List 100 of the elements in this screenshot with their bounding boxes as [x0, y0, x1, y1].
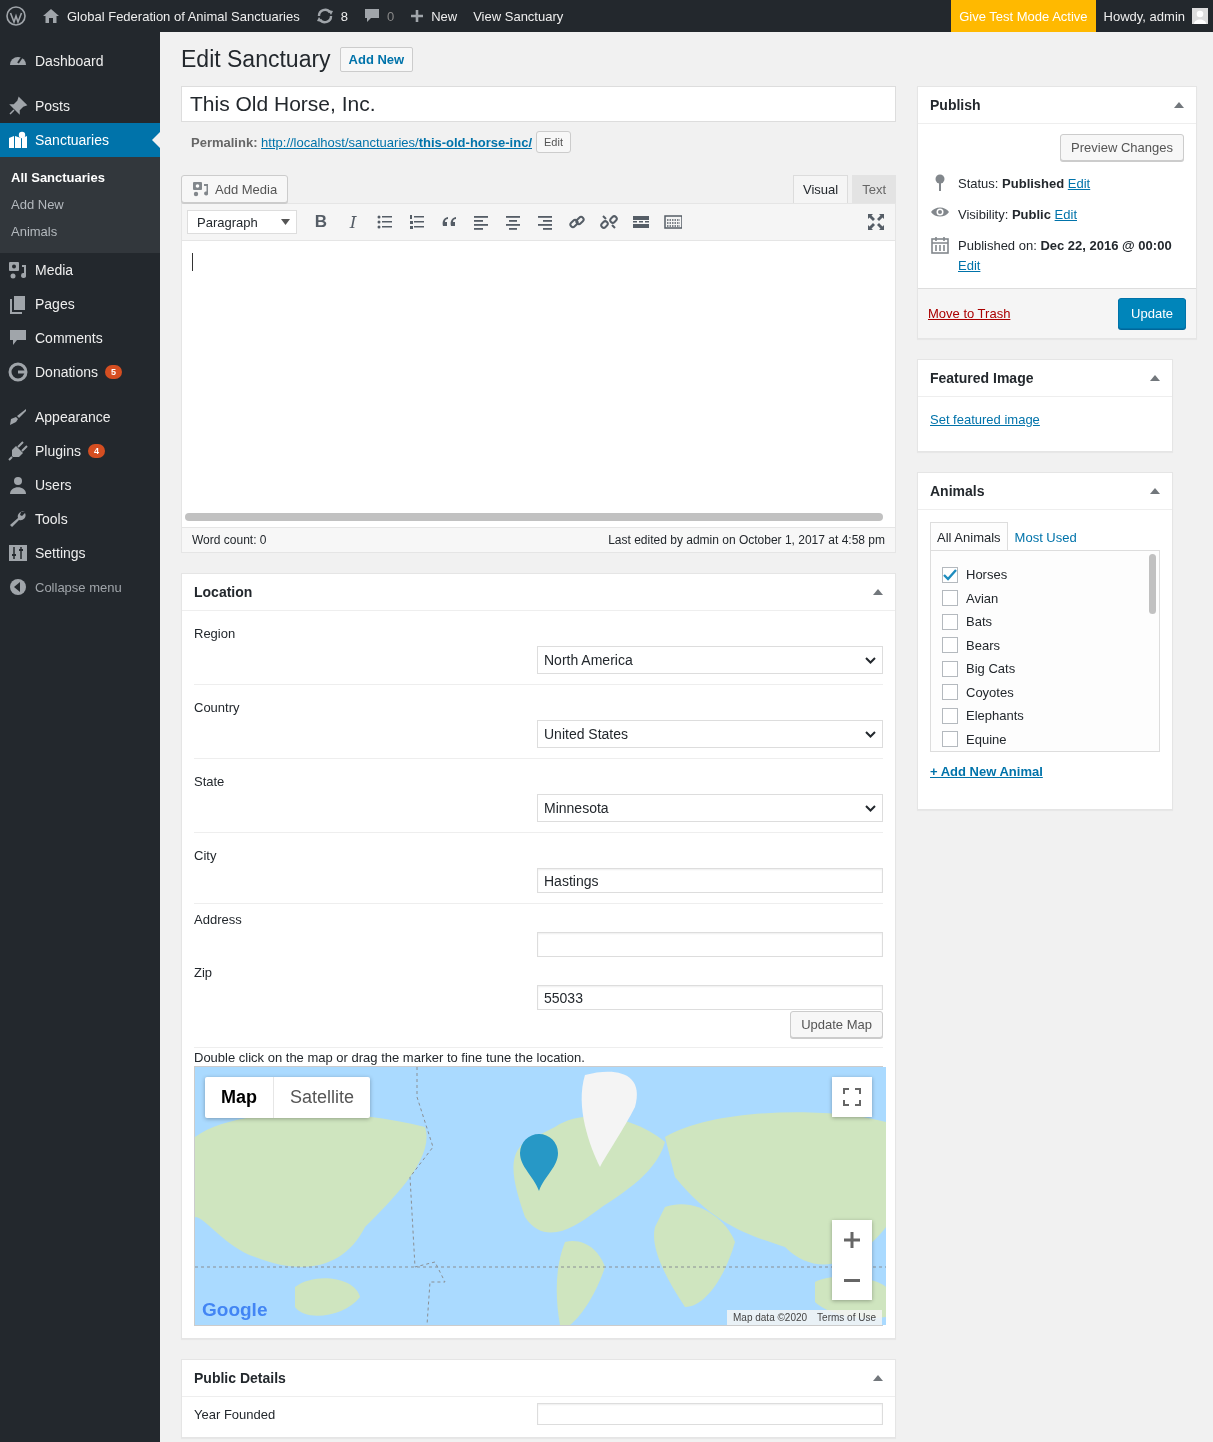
- add-media-button[interactable]: Add Media: [181, 175, 289, 203]
- sidebar-item[interactable]: Media: [0, 253, 160, 287]
- read-more-icon[interactable]: [632, 213, 650, 231]
- italic-button[interactable]: I: [339, 208, 367, 236]
- preview-changes-button[interactable]: Preview Changes: [1060, 134, 1184, 161]
- edit-link[interactable]: Edit: [1067, 176, 1091, 191]
- sidebar-item[interactable]: Users: [0, 468, 160, 502]
- wordpress-logo-icon[interactable]: [6, 6, 26, 26]
- permalink-link[interactable]: http://localhost/sanctuaries/this-old-horse-inc/: [261, 134, 532, 150]
- avatar-icon: [1192, 8, 1208, 24]
- sidebar-item[interactable]: Settings: [0, 536, 160, 570]
- align-right-icon[interactable]: [536, 213, 554, 231]
- sidebar-item[interactable]: Tools: [0, 502, 160, 536]
- checkbox[interactable]: [942, 660, 958, 677]
- scrollbar[interactable]: [1149, 554, 1156, 614]
- align-center-icon[interactable]: [504, 213, 522, 231]
- collapse-arrow-icon[interactable]: [873, 1375, 883, 1381]
- comments-link[interactable]: 0: [363, 8, 395, 24]
- panel-title: Featured Image: [930, 370, 1034, 386]
- taxonomy-tab[interactable]: All Animals: [930, 522, 1008, 551]
- update-map-button[interactable]: Update Map: [790, 1011, 883, 1038]
- publish-info-text: Status: Published Edit: [958, 175, 1091, 193]
- checkbox-label: Equine: [966, 731, 1007, 747]
- edit-permalink-button[interactable]: Edit: [536, 131, 571, 153]
- sidebar-item[interactable]: Posts: [0, 89, 160, 123]
- link-icon[interactable]: [568, 213, 586, 231]
- checkbox[interactable]: [942, 566, 958, 583]
- edit-link[interactable]: Edit: [1054, 207, 1077, 222]
- set-featured-image-link[interactable]: Set featured image: [930, 397, 1040, 439]
- map-type-button[interactable]: Satellite: [274, 1077, 371, 1118]
- checkbox[interactable]: [942, 684, 958, 701]
- last-edited-text: Last edited by admin on October 1, 2017 at 4:58 pm: [608, 533, 885, 547]
- bold-button[interactable]: B: [307, 208, 335, 236]
- input-field[interactable]: [537, 932, 883, 957]
- broken-link-icon[interactable]: [600, 213, 618, 231]
- numbered-list-icon[interactable]: [408, 213, 426, 231]
- keyboard-icon[interactable]: [664, 213, 682, 231]
- add-new-animal-link[interactable]: + Add New Animal: [930, 752, 1043, 797]
- format-dropdown[interactable]: Paragraph: [187, 210, 297, 234]
- move-to-trash-link[interactable]: Move to Trash: [928, 306, 1011, 321]
- sidebar-item[interactable]: Appearance: [0, 400, 160, 434]
- title-field[interactable]: This Old Horse, Inc.: [181, 86, 896, 122]
- checkbox[interactable]: [942, 590, 958, 607]
- scrollbar[interactable]: [185, 513, 883, 521]
- chevron-down-icon: [865, 656, 876, 664]
- field-label: City: [194, 848, 217, 863]
- input-field[interactable]: 55033: [537, 985, 883, 1010]
- add-new-button[interactable]: Add New: [339, 47, 414, 72]
- site-link[interactable]: Global Federation of Animal Sanctuaries: [42, 8, 300, 24]
- collapse-arrow-icon[interactable]: [1150, 375, 1160, 381]
- new-link[interactable]: New: [410, 8, 458, 24]
- page-icon: [8, 294, 28, 314]
- sidebar-item[interactable]: Comments: [0, 321, 160, 355]
- field-label: Address: [194, 912, 242, 927]
- bulleted-list-icon[interactable]: [376, 213, 394, 231]
- wrench-icon: [8, 509, 28, 529]
- updates-link[interactable]: 8: [315, 8, 348, 24]
- map-type-button[interactable]: Map: [205, 1077, 274, 1118]
- field-label: Country: [194, 700, 240, 715]
- dropdown[interactable]: Minnesota: [537, 794, 883, 822]
- panel-title: Public Details: [194, 1370, 286, 1386]
- checkbox[interactable]: [942, 707, 958, 724]
- sidebar-item[interactable]: Sanctuaries: [0, 123, 160, 157]
- align-left-icon[interactable]: [472, 213, 490, 231]
- input-field[interactable]: Hastings: [537, 868, 883, 893]
- sidebar-item[interactable]: Pages: [0, 287, 160, 321]
- left-arrow-circle-icon: [8, 577, 28, 597]
- collapse-arrow-icon[interactable]: [1174, 102, 1184, 108]
- edit-link[interactable]: Edit: [958, 258, 981, 273]
- media-icon: [192, 181, 210, 197]
- checkbox[interactable]: [942, 637, 958, 654]
- fullscreen-icon[interactable]: [867, 213, 885, 231]
- field-label: Year Founded: [194, 1406, 276, 1422]
- input-field[interactable]: [537, 1403, 883, 1425]
- editor-tab[interactable]: Text: [852, 175, 896, 203]
- account-menu[interactable]: Howdy, admin: [1095, 0, 1213, 32]
- count-badge: 5: [105, 365, 123, 379]
- map-attribution: Map data ©2020: [733, 1312, 808, 1323]
- update-button[interactable]: Update: [1118, 298, 1186, 329]
- submenu-item[interactable]: Add New: [0, 191, 160, 218]
- terms-link[interactable]: Terms of Use: [817, 1312, 876, 1323]
- collapse-menu-button[interactable]: Collapse menu: [0, 570, 160, 604]
- field-label: Zip: [194, 965, 213, 980]
- submenu-item[interactable]: All Sanctuaries: [0, 164, 160, 191]
- collapse-arrow-icon[interactable]: [873, 589, 883, 595]
- publish-info-text: Visibility: Public Edit: [958, 206, 1077, 224]
- collapse-arrow-icon[interactable]: [1150, 488, 1160, 494]
- taxonomy-tab[interactable]: Most Used: [1007, 522, 1084, 550]
- dropdown[interactable]: United States: [537, 720, 883, 748]
- text-cursor: [192, 253, 193, 271]
- checkbox[interactable]: [942, 731, 958, 748]
- dropdown[interactable]: North America: [537, 646, 883, 674]
- fullscreen-button[interactable]: [832, 1077, 872, 1117]
- submenu-item[interactable]: Animals: [0, 218, 160, 245]
- sidebar-item[interactable]: Dashboard: [0, 44, 160, 78]
- editor-tab[interactable]: Visual: [792, 175, 849, 203]
- sidebar-item[interactable]: Donations 5: [0, 355, 160, 389]
- view-sanctuary-link[interactable]: View Sanctuary: [473, 8, 564, 24]
- sidebar-item[interactable]: Plugins 4: [0, 434, 160, 468]
- checkbox[interactable]: [942, 613, 958, 630]
